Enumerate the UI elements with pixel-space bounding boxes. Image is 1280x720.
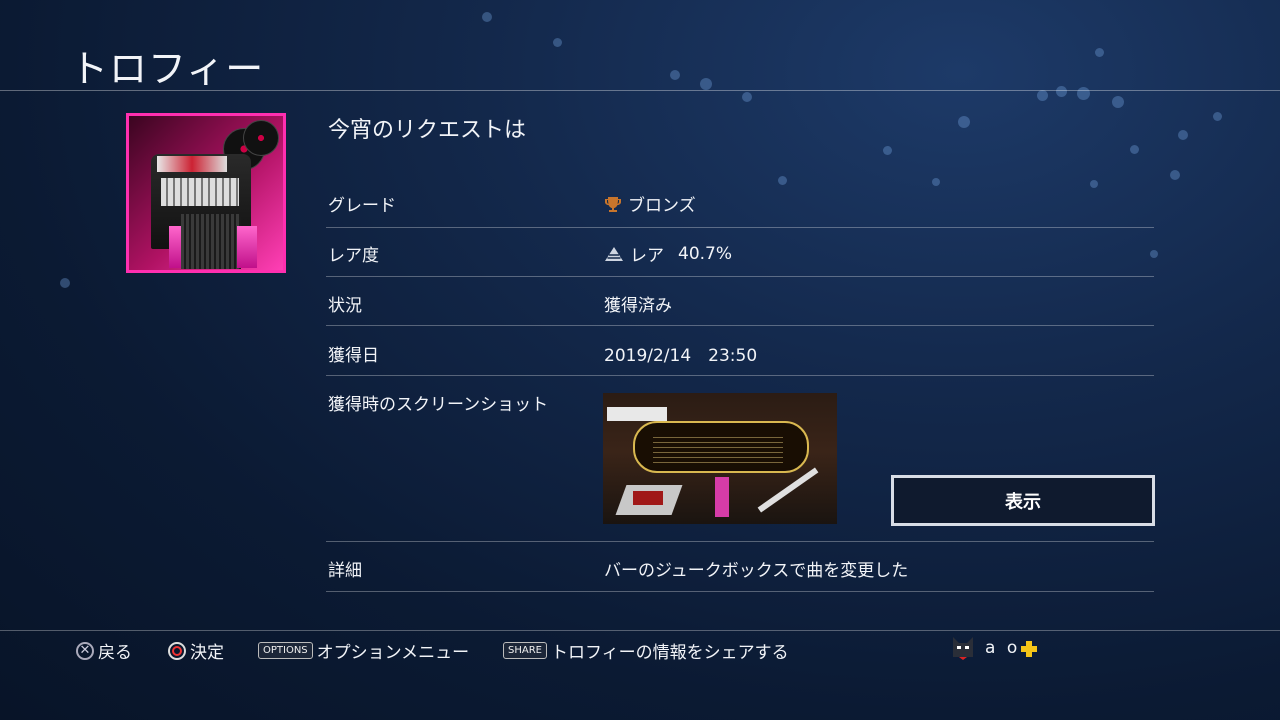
options-button-icon: OPTIONS [258, 642, 313, 659]
grade-value: ブロンズ [604, 191, 696, 216]
jukebox-trophy-icon [126, 113, 286, 273]
grade-label: グレード [328, 196, 396, 216]
jukebox-panel [161, 178, 239, 206]
options-hint[interactable]: OPTIONS オプションメニュー [258, 638, 469, 663]
share-hint-label: トロフィーの情報をシェアする [550, 643, 789, 663]
rarity-text: レア [630, 246, 664, 266]
footer-divider [0, 630, 1280, 631]
status-value: 獲得済み [604, 296, 672, 316]
options-hint-label: オプションメニュー [316, 643, 470, 663]
back-hint-label: 戻る [98, 643, 132, 663]
row-divider [326, 325, 1154, 326]
share-hint[interactable]: SHARE トロフィーの情報をシェアする [503, 638, 789, 663]
row-divider [326, 591, 1154, 592]
circle-button-icon [168, 641, 186, 660]
row-divider [326, 276, 1154, 277]
status-label: 状況 [328, 296, 362, 316]
header-divider [0, 90, 1280, 91]
share-button-icon: SHARE [503, 642, 547, 659]
page-title: トロフィー [70, 47, 265, 91]
user-name: a o [985, 638, 1021, 658]
ps-plus-icon [1021, 641, 1037, 657]
view-screenshot-button[interactable]: 表示 [891, 475, 1155, 526]
earned-screenshot-thumbnail[interactable] [603, 393, 837, 524]
user-avatar-icon[interactable] [951, 635, 975, 661]
detail-label: 詳細 [328, 561, 362, 581]
rarity-value: レア 40.7% [604, 241, 732, 266]
detail-value: バーのジュークボックスで曲を変更した [604, 561, 909, 581]
jukebox-top [157, 156, 227, 172]
cross-button-icon: ✕ [76, 641, 94, 660]
screenshot-label: 獲得時のスクリーンショット [328, 395, 549, 415]
jukebox-leg [237, 226, 257, 268]
bronze-trophy-icon [605, 196, 621, 212]
rarity-label: レア度 [328, 246, 379, 266]
rarity-pyramid-icon [605, 246, 623, 261]
rarity-percent: 40.7% [678, 243, 733, 264]
screenshot-red-object [633, 491, 663, 505]
earned-date-value: 2019/2/14 23:50 [604, 346, 758, 366]
row-divider [326, 375, 1154, 376]
trophy-name: 今宵のリクエストは [328, 118, 527, 143]
row-divider [326, 227, 1154, 228]
back-hint[interactable]: ✕ 戻る [76, 638, 132, 663]
screenshot-rail [757, 467, 819, 513]
grade-text: ブロンズ [628, 196, 696, 216]
record-icon [243, 120, 279, 156]
confirm-hint-label: 決定 [190, 643, 224, 663]
confirm-hint[interactable]: 決定 [168, 638, 224, 663]
screenshot-pink-light [715, 477, 729, 517]
screenshot-notification [607, 407, 667, 421]
screenshot-song-list [653, 437, 783, 463]
earned-date-label: 獲得日 [328, 346, 379, 366]
row-divider [326, 541, 1154, 542]
jukebox-grill [181, 214, 241, 269]
